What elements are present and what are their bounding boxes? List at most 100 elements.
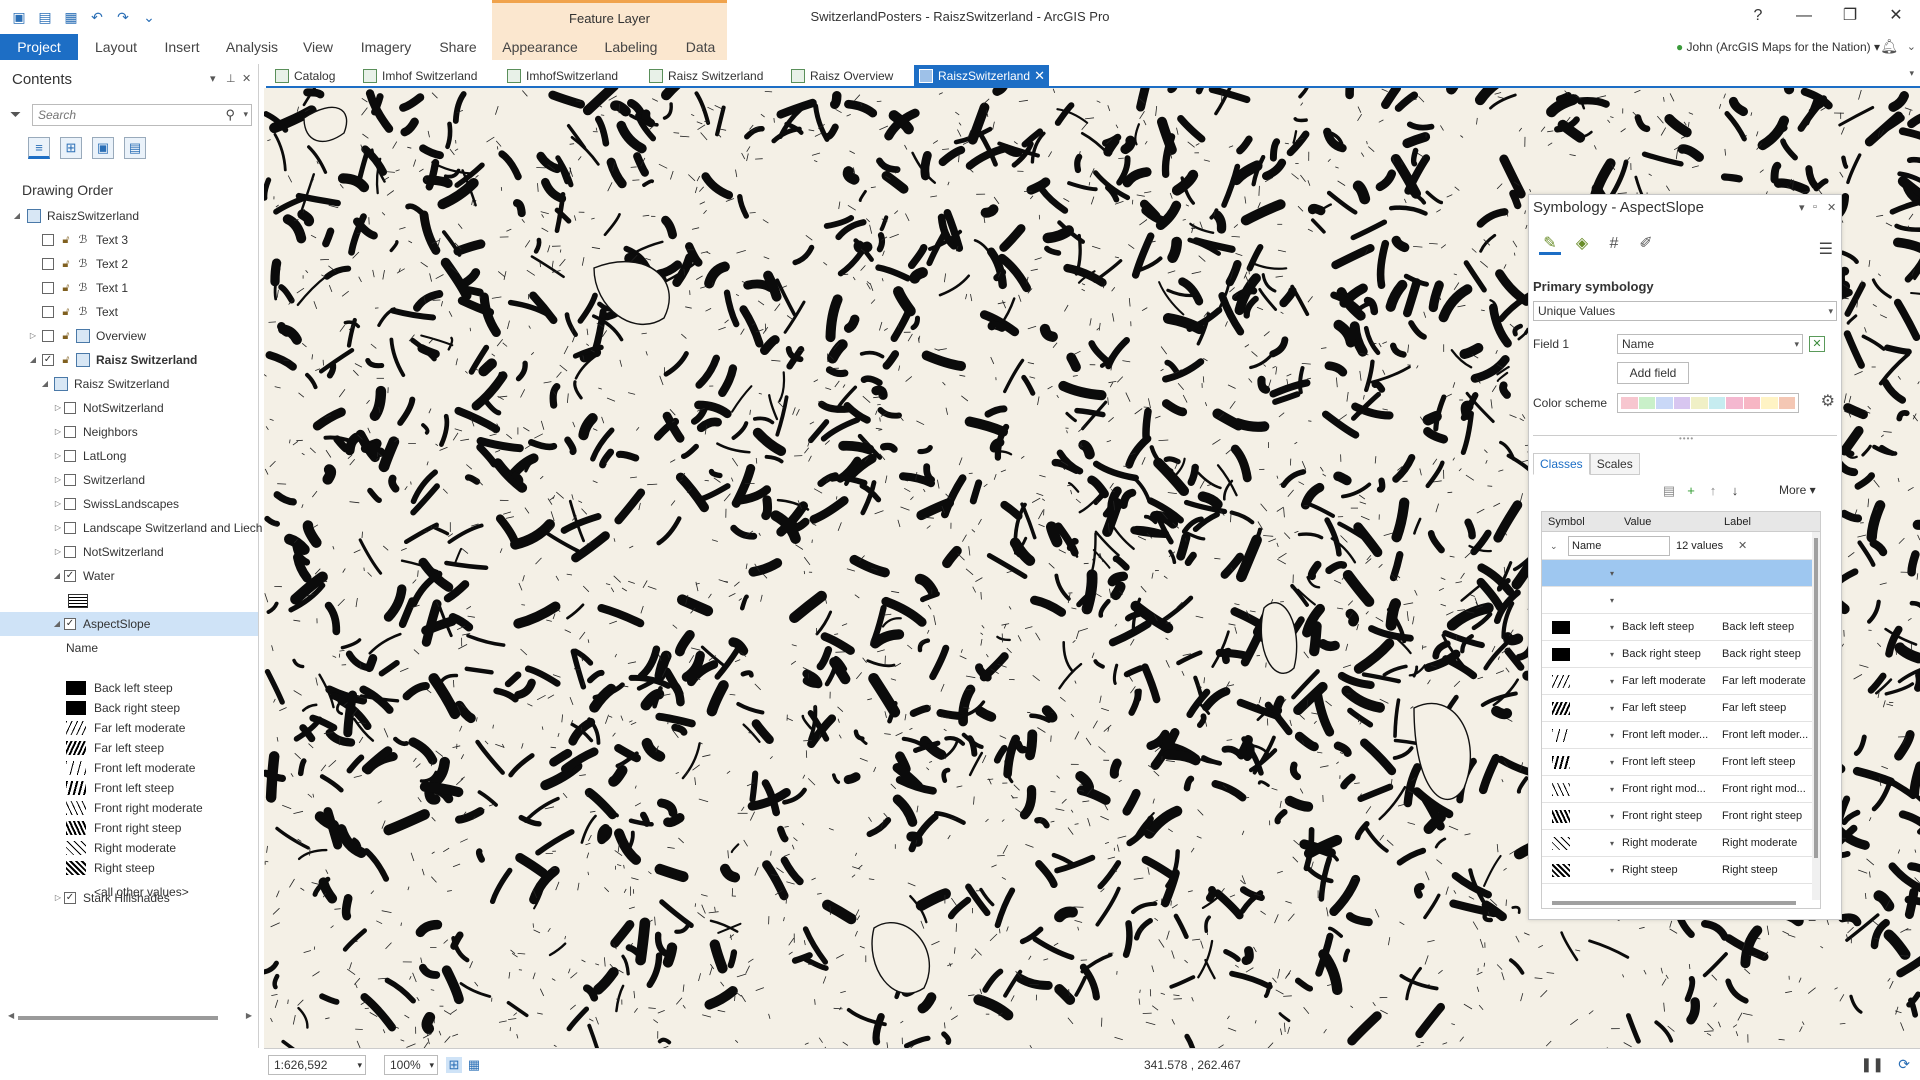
symbol-dropdown-icon[interactable]: ▾ (1610, 776, 1614, 803)
vary-symbology-icon[interactable]: ◈ (1571, 233, 1593, 255)
add-value-icon[interactable]: + (1684, 483, 1698, 499)
class-value[interactable]: Front right steep (1622, 803, 1718, 830)
map-scale-select[interactable]: 1:626,592 ▾ (268, 1055, 366, 1075)
search-icon[interactable]: ⚲ (225, 107, 235, 123)
tab-analysis[interactable]: Analysis (222, 34, 282, 60)
table-row[interactable]: ▾ Right moderate Right moderate (1542, 830, 1820, 857)
symbol-dropdown-icon[interactable]: ▾ (1610, 749, 1614, 776)
zoom-select[interactable]: 100% ▾ (384, 1055, 438, 1075)
table-row[interactable]: ▾ Front left moder... Front left moder... (1542, 722, 1820, 749)
table-row[interactable]: ▾ Far left steep Far left steep (1542, 695, 1820, 722)
user-account[interactable]: ● John (ArcGIS Maps for the Nation) ▾ (1676, 38, 1880, 56)
table-row[interactable]: ▾ Back right steep Back right steep (1542, 641, 1820, 668)
list-by-editing-icon[interactable]: ▤ (124, 137, 146, 159)
visibility-checkbox[interactable] (64, 522, 76, 534)
collapse-arrow-icon[interactable]: ◢ (28, 348, 38, 372)
expand-arrow-icon[interactable]: ▷ (53, 396, 63, 420)
tab-data[interactable]: Data (674, 34, 727, 60)
pause-drawing-icon[interactable]: ❚❚ (1861, 1056, 1884, 1073)
table-row[interactable]: ▾ Front right mod... Front right mod... (1542, 776, 1820, 803)
color-scheme-select[interactable] (1617, 393, 1799, 413)
redo-icon[interactable]: ↷ (114, 8, 132, 26)
symbol-dropdown-icon[interactable]: ▾ (1610, 668, 1614, 695)
tab-imhofswitzerland-map[interactable]: ImhofSwitzerland (502, 65, 640, 87)
tree-item-text1[interactable]: 🔓︎ ℬ Text 1 (0, 276, 258, 300)
symbol-dropdown-icon[interactable]: ▾ (1610, 803, 1614, 830)
tab-view[interactable]: View (296, 34, 340, 60)
tree-item-water[interactable]: ◢ ✓ Water (0, 564, 258, 588)
save-project-icon[interactable]: ▦ (62, 8, 80, 26)
water-symbol-swatch[interactable] (68, 594, 88, 608)
tab-imhof-switzerland-layout[interactable]: Imhof Switzerland (358, 65, 498, 87)
tab-catalog[interactable]: Catalog (270, 65, 356, 87)
tab-insert[interactable]: Insert (156, 34, 208, 60)
expand-arrow-icon[interactable]: ▷ (53, 444, 63, 468)
tree-item-landscape[interactable]: ▷ Landscape Switzerland and Liech (0, 516, 263, 540)
remove-group-icon[interactable]: ✕ (1738, 532, 1747, 560)
tree-item-notswitzerland-2[interactable]: ▷ NotSwitzerland (0, 540, 258, 564)
tab-classes[interactable]: Classes (1533, 453, 1590, 475)
class-label[interactable]: Right moderate (1722, 830, 1818, 857)
visibility-checkbox[interactable] (64, 498, 76, 510)
tab-layout[interactable]: Layout (90, 34, 142, 60)
symbol-swatch[interactable] (66, 761, 86, 775)
visibility-checkbox[interactable] (64, 474, 76, 486)
class-label[interactable]: Front left steep (1722, 749, 1818, 776)
tree-item-text2[interactable]: 🔓︎ ℬ Text 2 (0, 252, 258, 276)
maximize-pane-icon[interactable]: ▫ (1813, 201, 1817, 213)
symbol-swatch[interactable] (66, 721, 86, 735)
class-value[interactable]: Front right mod... (1622, 776, 1718, 803)
symbol-swatch[interactable] (1552, 783, 1570, 796)
fixed-zoom-icon[interactable]: ⊞ (446, 1057, 462, 1073)
collapse-arrow-icon[interactable]: ◢ (52, 612, 62, 636)
symbology-method-select[interactable]: Unique Values ▾ (1533, 301, 1837, 321)
grid-icon[interactable]: ▦ (466, 1057, 482, 1073)
expand-arrow-icon[interactable]: ▷ (53, 516, 63, 540)
symbol-swatch[interactable] (1552, 648, 1570, 661)
notifications-bell-icon[interactable]: 🔔︎ (1880, 38, 1898, 55)
visibility-checkbox[interactable]: ✓ (42, 354, 54, 366)
collapse-arrow-icon[interactable]: ◢ (12, 204, 22, 228)
class-value[interactable]: Far left steep (1622, 695, 1718, 722)
table-row-blank[interactable]: ▾ (1542, 587, 1820, 614)
class-value[interactable]: Back left steep (1622, 614, 1718, 641)
visibility-checkbox[interactable] (42, 306, 54, 318)
class-value[interactable]: Far left moderate (1622, 668, 1718, 695)
visibility-checkbox[interactable] (42, 282, 54, 294)
collapse-arrow-icon[interactable]: ◢ (52, 564, 62, 588)
scroll-thumb[interactable] (1552, 901, 1796, 905)
symbol-swatch[interactable] (66, 701, 86, 715)
search-options-arrow-icon[interactable]: ▾ (243, 109, 248, 120)
symbol-swatch[interactable] (1552, 729, 1570, 742)
color-scheme-settings-gear-icon[interactable]: ⚙ (1821, 391, 1835, 411)
symbol-dropdown-icon[interactable]: ▾ (1610, 641, 1614, 668)
class-label[interactable]: Back right steep (1722, 641, 1818, 668)
symbol-swatch[interactable] (1552, 756, 1570, 769)
field1-select[interactable]: Name ▾ (1617, 334, 1803, 354)
advanced-symbology-icon[interactable]: ✐ (1635, 233, 1657, 255)
class-label[interactable]: Back left steep (1722, 614, 1818, 641)
visibility-checkbox[interactable]: ✓ (64, 618, 76, 630)
tab-raisz-overview[interactable]: Raisz Overview (786, 65, 914, 87)
list-by-drawing-order-icon[interactable]: ≡ (28, 137, 50, 159)
tab-raisz-switzerland-layout[interactable]: Raisz Switzerland (644, 65, 782, 87)
symbol-swatch[interactable] (1552, 864, 1570, 877)
expand-arrow-icon[interactable]: ▷ (53, 420, 63, 444)
pane-options-arrow-icon[interactable]: ▾ (1799, 201, 1805, 214)
class-label[interactable]: Far left moderate (1722, 668, 1818, 695)
scroll-thumb[interactable] (18, 1016, 218, 1020)
symbol-swatch[interactable] (1552, 621, 1570, 634)
sql-expression-icon[interactable]: ✕ (1809, 336, 1825, 352)
undo-icon[interactable]: ↶ (88, 8, 106, 26)
tree-item-switzerland[interactable]: ▷ Switzerland (0, 468, 258, 492)
collapse-arrow-icon[interactable]: ◢ (40, 372, 50, 396)
symbol-dropdown-icon[interactable]: ▾ (1610, 830, 1614, 857)
filter-icon[interactable]: ⏷ (10, 106, 21, 123)
class-label[interactable]: Far left steep (1722, 695, 1818, 722)
table-row[interactable]: ▾ Back left steep Back left steep (1542, 614, 1820, 641)
close-pane-icon[interactable]: ✕ (1827, 201, 1836, 214)
tree-item-latlong[interactable]: ▷ LatLong (0, 444, 258, 468)
scroll-left-arrow-icon[interactable]: ◀ (8, 1011, 14, 1020)
symbol-swatch[interactable] (66, 841, 86, 855)
new-project-icon[interactable]: ▣ (10, 8, 28, 26)
